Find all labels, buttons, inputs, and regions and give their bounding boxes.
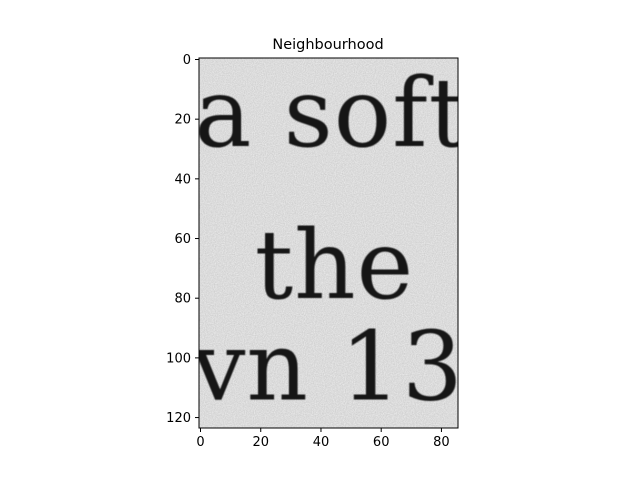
x-tick-label: 80: [433, 435, 450, 450]
x-tick-label: 0: [196, 435, 204, 450]
x-axis: 0 20 40 60 80: [196, 428, 450, 450]
x-tick-label: 40: [313, 435, 330, 450]
figure: Neighbourhood a soft thevn 13 0 20 40 60 80 0…: [166, 37, 468, 450]
plot-area: a soft thevn 13: [190, 57, 468, 429]
y-tick-label: 40: [174, 172, 191, 187]
y-tick-label: 100: [166, 351, 191, 366]
chart-title: Neighbourhood: [272, 37, 383, 53]
y-tick-label: 80: [174, 292, 191, 307]
y-tick-label: 120: [166, 411, 191, 426]
image-area: a soft thevn 13: [190, 57, 468, 428]
x-tick-label: 20: [252, 435, 269, 450]
y-axis: 0 20 40 60 80 100 120: [166, 53, 199, 426]
y-tick-label: 20: [174, 113, 191, 128]
image-text-line: a soft: [194, 57, 468, 169]
image-text-line: the: [255, 209, 414, 321]
image-text-line: vn 13: [190, 311, 463, 423]
y-tick-label: 60: [174, 232, 191, 247]
x-tick-label: 60: [373, 435, 390, 450]
y-tick-label: 0: [183, 53, 191, 68]
